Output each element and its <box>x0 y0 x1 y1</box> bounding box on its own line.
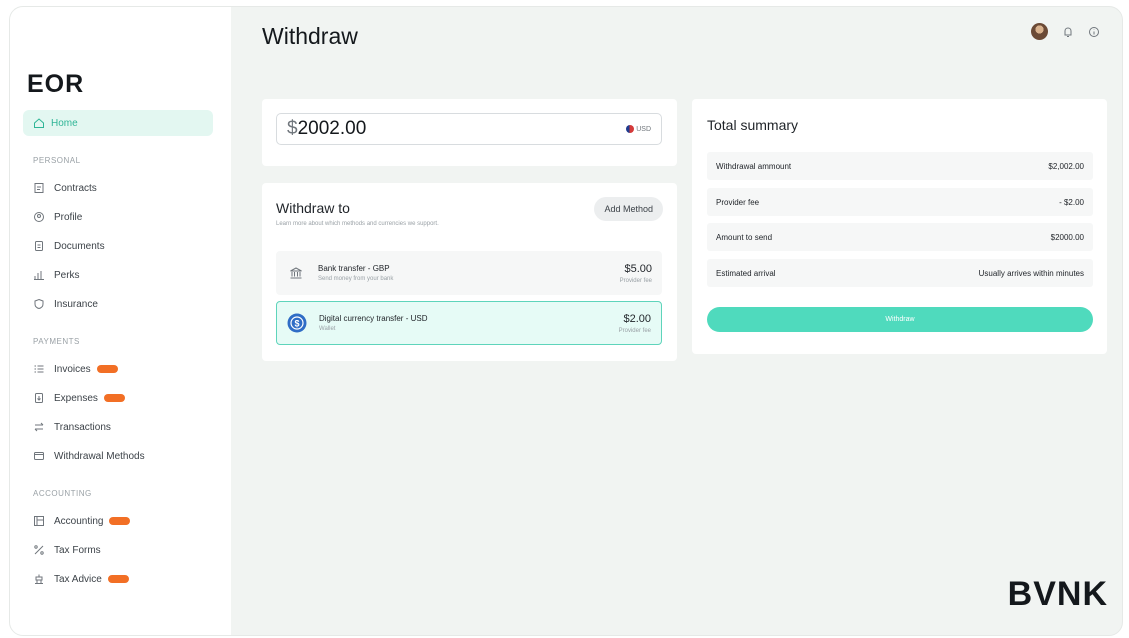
sidebar: EOR Home PERSONAL Contracts Profile Docu… <box>10 7 231 635</box>
sidebar-item-invoices[interactable]: Invoices <box>33 363 118 375</box>
transactions-icon <box>33 421 45 433</box>
method-price: $2.00 <box>623 312 651 325</box>
new-badge <box>96 365 118 373</box>
sidebar-item-withdrawal-methods[interactable]: Withdrawal Methods <box>33 450 145 462</box>
sidebar-item-label: Home <box>51 117 78 129</box>
sidebar-item-contracts[interactable]: Contracts <box>33 182 97 194</box>
new-badge <box>109 517 131 525</box>
section-personal: PERSONAL <box>33 156 81 165</box>
info-icon[interactable] <box>1088 26 1100 38</box>
app-window: EOR Home PERSONAL Contracts Profile Docu… <box>9 6 1123 636</box>
avatar[interactable] <box>1031 23 1048 40</box>
usdc-icon: $ <box>287 313 307 333</box>
method-fee-label: Provider fee <box>619 277 652 284</box>
method-fee-label: Provider fee <box>618 327 651 334</box>
summary-row-provider-fee: Provider fee - $2.00 <box>707 188 1093 216</box>
withdraw-to-card: Withdraw to Learn more about which metho… <box>262 183 677 361</box>
us-flag-icon <box>626 125 635 133</box>
new-badge <box>103 394 125 402</box>
summary-row-estimated-arrival: Estimated arrival Usually arrives within… <box>707 259 1093 287</box>
brand-logo: BVNK <box>1007 575 1108 613</box>
sidebar-item-tax-advice[interactable]: Tax Advice <box>33 573 129 585</box>
svg-text:$: $ <box>294 318 299 328</box>
method-price: $5.00 <box>624 262 652 275</box>
documents-icon <box>33 240 45 252</box>
sidebar-item-expenses[interactable]: Expenses <box>33 392 125 404</box>
method-subtitle: Send money from your bank <box>318 276 394 282</box>
method-digital-currency[interactable]: $ Digital currency transfer - USD Wallet… <box>276 301 662 345</box>
sidebar-item-perks[interactable]: Perks <box>33 269 80 281</box>
method-bank-transfer[interactable]: Bank transfer - GBP Send money from your… <box>276 251 662 295</box>
home-icon <box>33 117 45 129</box>
percent-icon <box>33 544 45 556</box>
section-accounting: ACCOUNTING <box>33 489 92 498</box>
sidebar-item-transactions[interactable]: Transactions <box>33 421 111 433</box>
summary-row-withdrawal-amount: Withdrawal ammount $2,002.00 <box>707 152 1093 180</box>
summary-title: Total summary <box>707 117 799 133</box>
amount-card: $ 2002.00 USD <box>262 99 677 166</box>
expenses-icon <box>33 392 45 404</box>
sidebar-item-profile[interactable]: Profile <box>33 211 82 223</box>
sidebar-item-accounting[interactable]: Accounting <box>33 515 131 527</box>
amount-value: 2002.00 <box>297 118 367 139</box>
invoices-icon <box>33 363 45 375</box>
method-subtitle: Wallet <box>319 326 336 332</box>
notification-icon[interactable] <box>1062 26 1074 38</box>
sidebar-item-tax-forms[interactable]: Tax Forms <box>33 544 101 556</box>
currency-symbol: $ <box>287 118 298 139</box>
withdraw-to-subtitle[interactable]: Learn more about which methods and curre… <box>276 221 439 227</box>
perks-icon <box>33 269 45 281</box>
method-title: Bank transfer - GBP <box>318 264 390 273</box>
amount-input[interactable]: $ 2002.00 USD <box>276 113 662 145</box>
withdraw-to-title: Withdraw to <box>276 200 350 216</box>
wallet-icon <box>33 450 45 462</box>
sidebar-item-home[interactable]: Home <box>23 110 213 136</box>
summary-row-amount-to-send: Amount to send $2000.00 <box>707 223 1093 251</box>
accounting-icon <box>33 515 45 527</box>
currency-selector[interactable]: USD <box>626 125 651 133</box>
page-title: Withdraw <box>262 23 358 49</box>
withdraw-button[interactable]: Withdraw <box>707 307 1093 332</box>
sidebar-item-insurance[interactable]: Insurance <box>33 298 98 310</box>
method-title: Digital currency transfer - USD <box>319 314 428 323</box>
bank-icon <box>286 263 306 283</box>
sidebar-item-documents[interactable]: Documents <box>33 240 105 252</box>
profile-icon <box>33 211 45 223</box>
contract-icon <box>33 182 45 194</box>
topbar <box>1031 23 1100 40</box>
insurance-icon <box>33 298 45 310</box>
app-logo: EOR <box>27 70 85 98</box>
new-badge <box>107 575 129 583</box>
advice-icon <box>33 573 45 585</box>
summary-card: Total summary Withdrawal ammount $2,002.… <box>692 99 1107 354</box>
section-payments: PAYMENTS <box>33 337 80 346</box>
add-method-button[interactable]: Add Method <box>594 197 663 221</box>
